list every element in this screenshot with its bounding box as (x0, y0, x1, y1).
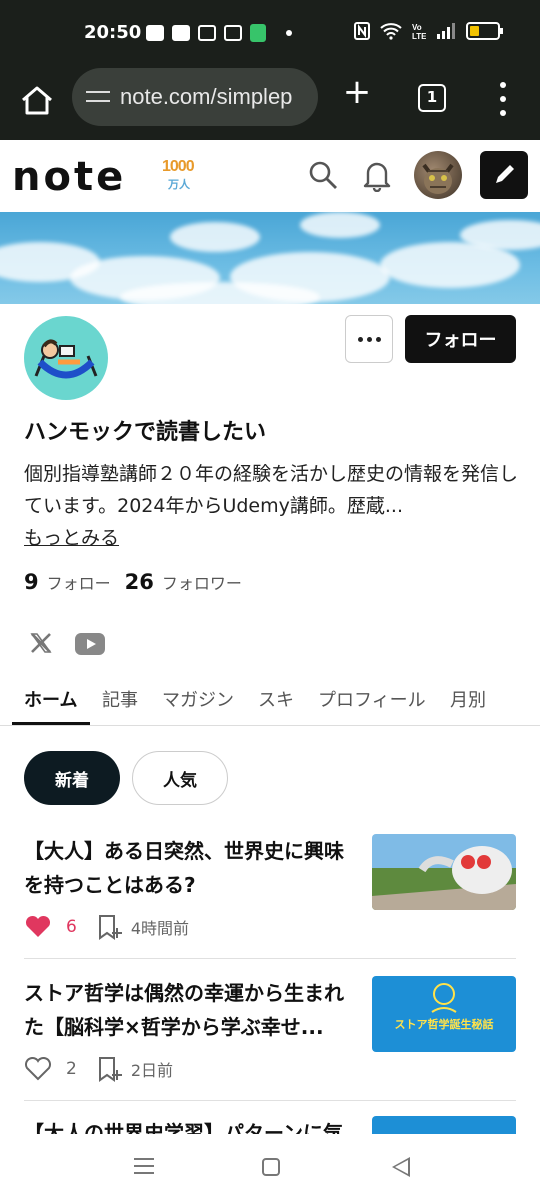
youtube-social-icon[interactable] (75, 633, 105, 655)
like-count: 2 (66, 1059, 77, 1079)
svg-text:LTE: LTE (412, 32, 426, 40)
recent-apps-icon[interactable] (134, 1158, 154, 1174)
home-icon[interactable] (18, 82, 56, 120)
article-card[interactable]: 【大人の世界史学習】パターンに気 (0, 1116, 540, 1134)
nfc-icon (354, 22, 370, 40)
follow-button[interactable]: フォロー (405, 315, 516, 363)
add-to-magazine-icon[interactable] (97, 914, 123, 940)
home-nav-icon[interactable] (262, 1158, 280, 1176)
system-navigation-bar (0, 1134, 540, 1200)
status-notification-icons (146, 24, 292, 42)
profile-avatar[interactable] (24, 316, 108, 400)
volte-icon: VoLTE (412, 23, 426, 40)
profile-name: ハンモックで読書したい (24, 420, 267, 445)
bio-more-link[interactable]: もっとみる (24, 522, 119, 554)
article-meta: 6 4時間前 (24, 914, 189, 940)
heart-outline-icon[interactable] (24, 1057, 52, 1081)
status-time: 20:50 (84, 22, 142, 43)
tab-articles[interactable]: 記事 (102, 686, 138, 712)
profile-tabs: ホーム 記事 マガジン スキ プロフィール 月別 (0, 670, 540, 726)
address-bar[interactable]: note.com/simplep (72, 68, 318, 126)
more-options-button[interactable] (345, 315, 393, 363)
article-title[interactable]: ストア哲学は偶然の幸運から生まれた【脳科学×哲学から学ぶ幸せ... (24, 976, 354, 1044)
article-title[interactable]: 【大人の世界史学習】パターンに気 (24, 1116, 354, 1134)
followers-label[interactable]: フォロワー (162, 570, 242, 594)
article-thumbnail[interactable] (372, 1116, 516, 1134)
article-thumbnail-dog[interactable] (372, 834, 516, 910)
my-app-icon (224, 25, 242, 41)
article-thumbnail-stoic[interactable]: ストア哲学誕生秘話 (372, 976, 516, 1052)
hammock-reader-illustration (34, 339, 98, 379)
followers-count[interactable]: 26 (125, 570, 154, 594)
cat-avatar-image (422, 163, 454, 194)
following-label[interactable]: フォロー (47, 570, 111, 594)
tab-switcher-button[interactable]: 1 (418, 84, 446, 112)
thumbnail-caption: ストア哲学誕生秘話 (394, 1018, 494, 1031)
article-time: 4時間前 (130, 919, 190, 938)
add-to-magazine-icon[interactable] (97, 1056, 123, 1082)
tab-profile[interactable]: プロフィール (318, 686, 426, 712)
tab-monthly[interactable]: 月別 (450, 686, 486, 712)
badge-number: 1000 (162, 158, 195, 175)
follow-stats: 9 フォロー 26 フォロワー (24, 570, 242, 594)
signal-icon (437, 23, 455, 39)
dog-goggles-image (372, 834, 516, 910)
user-avatar[interactable] (414, 151, 462, 199)
tab-likes[interactable]: スキ (258, 686, 294, 712)
article-divider (24, 1100, 516, 1101)
stoic-bust-icon (431, 983, 457, 1013)
article-time: 2日前 (130, 1061, 174, 1080)
new-tab-icon[interactable]: + (342, 75, 372, 109)
status-system-icons: Vo LTE (354, 22, 503, 40)
battery-saver-icon (250, 24, 266, 42)
badge-text: 万人 (168, 178, 190, 191)
browser-toolbar: note.com/simplep + 1 (0, 68, 540, 140)
bell-icon[interactable] (362, 158, 392, 192)
news-icon (198, 25, 216, 41)
mail-icon (172, 25, 190, 41)
article-title[interactable]: 【大人】ある日突然、世界史に興味を持つことはある? (24, 834, 354, 902)
following-count[interactable]: 9 (24, 570, 39, 594)
search-icon[interactable] (308, 160, 338, 190)
wifi-icon (380, 23, 402, 40)
site-settings-icon[interactable] (86, 87, 110, 107)
anniversary-badge: 1000 万人 (162, 158, 204, 196)
pencil-icon (496, 165, 514, 183)
write-post-button[interactable] (480, 151, 528, 199)
filter-popular-button[interactable]: 人気 (132, 751, 228, 805)
back-icon[interactable] (392, 1157, 410, 1177)
note-logo[interactable]: note (12, 154, 126, 200)
profile-bio: 個別指導塾講師２０年の経験を活かし歴史の情報を発信しています。2024年からUd… (24, 463, 519, 517)
more-notifications-dot-icon (286, 30, 292, 36)
tab-home[interactable]: ホーム (24, 686, 77, 712)
status-bar: 20:50 Vo LTE (0, 0, 540, 68)
profile-header-banner (0, 212, 540, 304)
active-tab-indicator (12, 722, 90, 725)
youtube-icon (146, 25, 164, 41)
x-social-icon[interactable] (30, 632, 52, 654)
article-meta: 2 2日前 (24, 1056, 173, 1082)
battery-icon (466, 22, 503, 40)
article-divider (24, 958, 516, 959)
filter-new-button[interactable]: 新着 (24, 751, 120, 805)
heart-filled-icon[interactable] (24, 915, 52, 939)
site-header: note 1000 万人 (0, 140, 540, 212)
browser-menu-icon[interactable] (496, 82, 510, 116)
url-text: note.com/simplep (120, 84, 293, 109)
tab-magazines[interactable]: マガジン (162, 686, 234, 712)
like-count: 6 (66, 917, 77, 937)
svg-text:Vo: Vo (412, 23, 422, 32)
